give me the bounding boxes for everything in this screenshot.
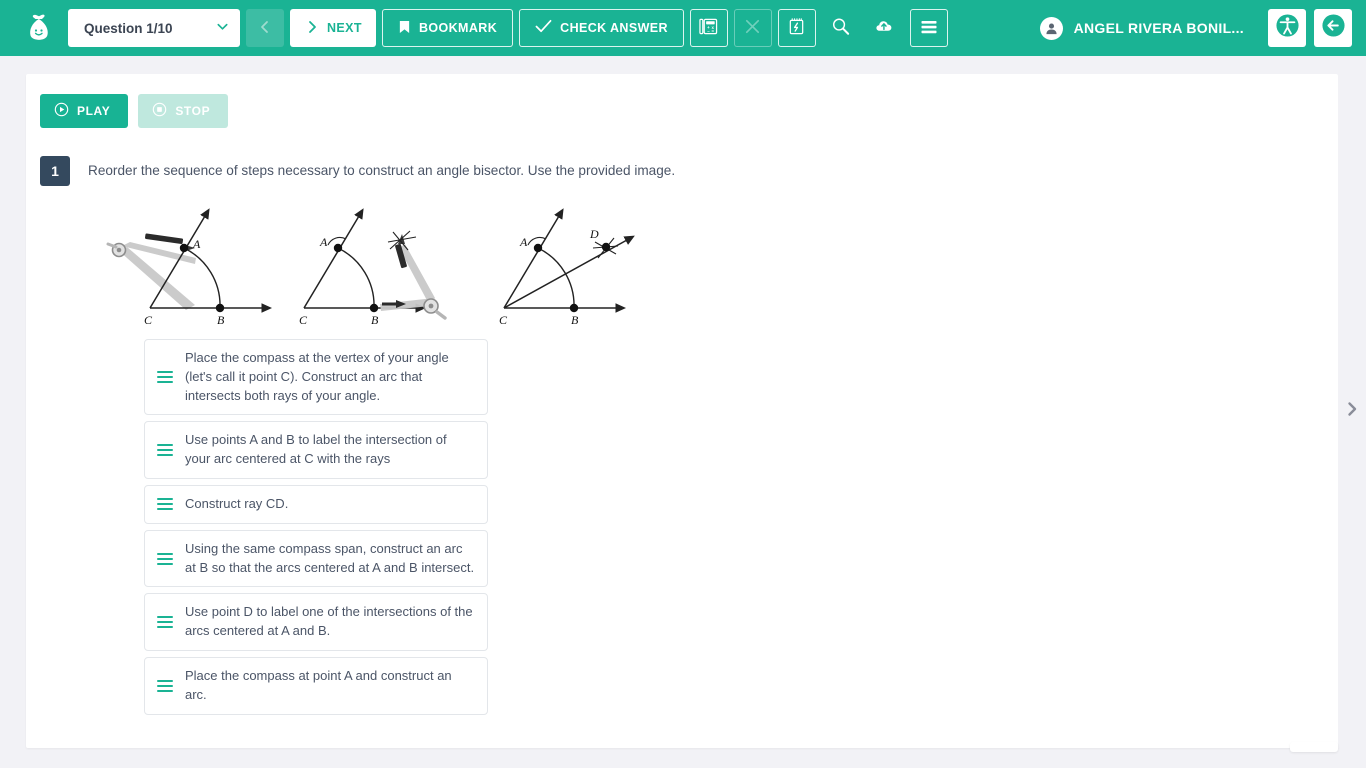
question-card-body: PLAY STOP 1 Reorder the sequence of step…: [26, 74, 1338, 715]
chevron-left-icon: [257, 19, 273, 38]
svg-text:=: =: [712, 29, 715, 34]
list-item[interactable]: Use point D to label one of the intersec…: [144, 593, 488, 651]
card-bottom-handle: [1290, 742, 1338, 752]
cloud-upload-button[interactable]: [865, 9, 904, 47]
prev-question-button[interactable]: [246, 9, 284, 47]
step-text: Use point D to label one of the intersec…: [185, 604, 473, 639]
svg-text:C: C: [299, 313, 308, 327]
logout-button[interactable]: [1314, 9, 1352, 47]
close-tool-button[interactable]: [733, 9, 772, 47]
next-button-label: NEXT: [327, 21, 362, 35]
svg-text:A: A: [319, 235, 328, 249]
bookmark-button[interactable]: BOOKMARK: [381, 9, 514, 47]
close-icon: [743, 17, 762, 39]
reorder-step-list: Place the compass at the vertex of your …: [144, 339, 488, 715]
magnifier-icon: [830, 16, 851, 40]
header-right-group: ANGEL RIVERA BONIL...: [1039, 9, 1352, 47]
stop-button-label: STOP: [175, 104, 211, 118]
play-button[interactable]: PLAY: [40, 94, 129, 128]
logout-icon: [1321, 13, 1346, 43]
figure-panel-3: A B C D: [499, 208, 635, 327]
svg-text:B: B: [217, 313, 225, 327]
question-card: PLAY STOP 1 Reorder the sequence of step…: [26, 74, 1338, 748]
check-answer-button[interactable]: CHECK ANSWER: [519, 9, 684, 47]
stop-button[interactable]: STOP: [138, 94, 229, 128]
scratchpad-icon: [787, 17, 806, 39]
question-select-value: Question 1/10: [84, 20, 173, 36]
list-item[interactable]: Place the compass at point A and constru…: [144, 656, 488, 715]
list-item[interactable]: Place the compass at the vertex of your …: [144, 339, 488, 416]
list-item[interactable]: Using the same compass span, construct a…: [144, 529, 488, 588]
step-text: Construct ray CD.: [185, 495, 289, 511]
accessibility-icon: [1275, 13, 1300, 43]
svg-text:A: A: [192, 237, 201, 251]
svg-text:D: D: [589, 227, 599, 241]
menu-lines-icon: [919, 18, 939, 39]
figure-panel-1: A B C: [106, 208, 272, 327]
question-prompt-row: 1 Reorder the sequence of steps necessar…: [40, 156, 1324, 186]
drag-handle-icon[interactable]: [145, 371, 185, 384]
list-item[interactable]: Construct ray CD.: [144, 484, 488, 524]
play-circle-icon: [54, 102, 69, 120]
step-text: Use points A and B to label the intersec…: [185, 432, 447, 467]
calculator-icon: + x − =: [699, 17, 718, 39]
svg-text:B: B: [371, 313, 379, 327]
check-icon: [535, 19, 552, 37]
chevron-right-icon: [1344, 401, 1360, 422]
drag-handle-icon[interactable]: [145, 616, 185, 629]
step-text: Place the compass at the vertex of your …: [185, 350, 449, 403]
svg-text:−: −: [708, 29, 711, 34]
accessibility-button[interactable]: [1268, 9, 1306, 47]
list-item[interactable]: Use points A and B to label the intersec…: [144, 421, 488, 479]
app-header: Question 1/10 NEXT BOOKMARK CHECK ANSWER…: [0, 0, 1366, 56]
menu-lines-button[interactable]: [909, 9, 948, 47]
svg-text:B: B: [571, 313, 579, 327]
step-text: Place the compass at point A and constru…: [185, 667, 452, 702]
svg-text:C: C: [499, 313, 508, 327]
check-answer-button-label: CHECK ANSWER: [560, 21, 668, 35]
drag-handle-icon[interactable]: [145, 552, 185, 565]
user-name: ANGEL RIVERA BONIL...: [1073, 20, 1244, 36]
avatar: [1039, 16, 1063, 40]
cloud-upload-icon: [874, 16, 895, 40]
svg-text:C: C: [144, 313, 153, 327]
question-select[interactable]: Question 1/10: [68, 9, 240, 47]
chevron-down-icon: [215, 19, 230, 37]
bookmark-icon: [398, 20, 411, 37]
user-chip[interactable]: ANGEL RIVERA BONIL...: [1039, 16, 1244, 40]
money-bag-smiley-logo[interactable]: [24, 11, 54, 45]
drag-handle-icon[interactable]: [145, 444, 185, 457]
figure-panel-2: A B C: [299, 208, 447, 327]
header-left-group: Question 1/10 NEXT BOOKMARK CHECK ANSWER…: [24, 9, 954, 47]
question-number-badge: 1: [40, 156, 70, 186]
drag-handle-icon[interactable]: [145, 679, 185, 692]
bookmark-button-label: BOOKMARK: [418, 21, 498, 35]
chevron-right-icon: [304, 19, 320, 38]
question-prompt: Reorder the sequence of steps necessary …: [88, 163, 676, 178]
drag-handle-icon[interactable]: [145, 498, 185, 511]
calculator-button[interactable]: + x − =: [689, 9, 728, 47]
scratchpad-button[interactable]: [777, 9, 816, 47]
step-text: Using the same compass span, construct a…: [185, 540, 475, 575]
next-question-button[interactable]: NEXT: [290, 9, 376, 47]
stop-circle-icon: [152, 102, 167, 120]
play-button-label: PLAY: [77, 104, 111, 118]
angle-bisector-figure: A B C A B C A B C D: [100, 200, 1324, 335]
svg-text:A: A: [519, 235, 528, 249]
magnifier-button[interactable]: [821, 9, 860, 47]
media-controls: PLAY STOP: [40, 94, 1324, 128]
side-panel-toggle[interactable]: [1338, 74, 1366, 748]
